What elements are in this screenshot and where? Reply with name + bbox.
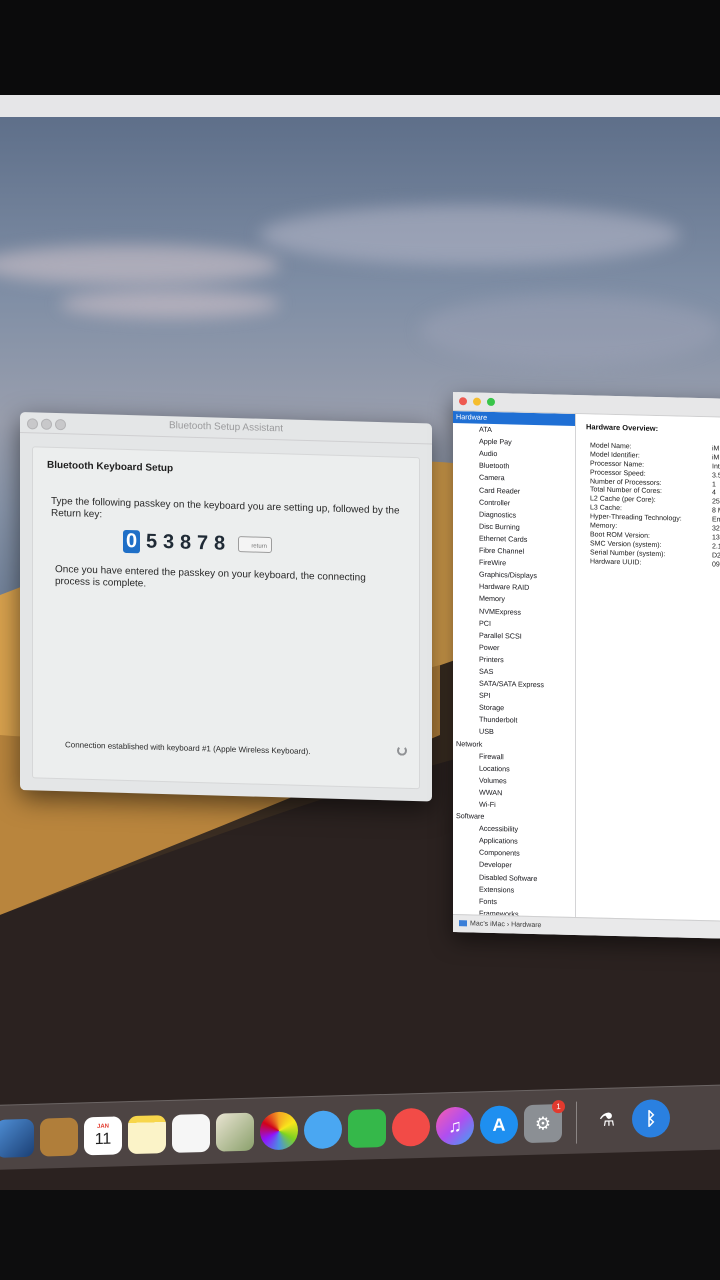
- reminders-icon[interactable]: [172, 1113, 210, 1153]
- hardware-properties: Model Name: iM Model Identifier: iM Processo…: [590, 442, 720, 570]
- close-button[interactable]: [459, 397, 467, 406]
- calendar-day: 11: [94, 1130, 112, 1149]
- passkey-digit: 5: [145, 530, 158, 553]
- bluetooth-setup-window: Bluetooth Setup Assistant Bluetooth Keyb…: [20, 412, 432, 802]
- passkey-digit: 8: [213, 531, 226, 555]
- panel-heading: Bluetooth Keyboard Setup: [47, 459, 174, 475]
- detail-pane: Hardware Overview: Model Name: iM Model Id…: [576, 414, 720, 922]
- messages-icon[interactable]: [304, 1110, 342, 1150]
- facetime-icon[interactable]: [348, 1108, 386, 1149]
- return-key-icon: return: [238, 536, 272, 554]
- passkey-digit-current: 0: [123, 529, 140, 553]
- app-store-icon[interactable]: A: [480, 1105, 518, 1145]
- category-sidebar: Hardware ATA Apple Pay Audio Bluetooth Camera…: [453, 411, 576, 918]
- property-row: Hardware UUID: 09C: [590, 558, 720, 571]
- zoom-button[interactable]: [487, 397, 495, 407]
- computer-icon: [459, 920, 467, 927]
- itunes-icon[interactable]: ♫: [436, 1106, 474, 1146]
- overview-title: Hardware Overview:: [586, 422, 659, 434]
- folder-icon[interactable]: [40, 1117, 78, 1157]
- passkey-display: 0 5 3 8 7 8 return: [123, 528, 272, 558]
- desktop: Bluetooth Setup Assistant Bluetooth Keyb…: [0, 95, 720, 1190]
- photos-icon[interactable]: [260, 1111, 298, 1151]
- system-information-window: Hardware ATA Apple Pay Audio Bluetooth Camera…: [453, 392, 720, 940]
- monitor-bezel: [0, 1190, 720, 1280]
- calendar-icon[interactable]: JAN 11: [84, 1116, 122, 1156]
- completion-instructions: Once you have entered the passkey on you…: [55, 563, 366, 590]
- property-value: 09C: [712, 560, 720, 569]
- dock-divider: [576, 1101, 577, 1144]
- bluetooth-icon[interactable]: ᛒ: [632, 1099, 670, 1139]
- bluetooth-content-panel: Bluetooth Keyboard Setup Type the follow…: [32, 446, 420, 790]
- notification-badge: 1: [552, 1099, 565, 1114]
- news-icon[interactable]: [392, 1107, 430, 1147]
- bluetooth-file-exchange-icon[interactable]: ⚗: [588, 1100, 626, 1139]
- passkey-digit: 3: [162, 530, 175, 553]
- passkey-instructions: Type the following passkey on the keyboa…: [51, 495, 400, 521]
- passkey-digit: 7: [196, 531, 209, 554]
- progress-spinner-icon: [397, 745, 407, 756]
- minimize-button[interactable]: [473, 397, 481, 406]
- photo-booth-icon[interactable]: [216, 1112, 254, 1152]
- passkey-digit: 8: [179, 530, 192, 554]
- preview-icon[interactable]: [0, 1118, 34, 1158]
- property-key: Hardware UUID:: [590, 557, 642, 567]
- notes-icon[interactable]: [128, 1115, 166, 1155]
- connection-status: Connection established with keyboard #1 …: [65, 740, 311, 757]
- path-text[interactable]: Mac’s iMac › Hardware: [470, 920, 541, 929]
